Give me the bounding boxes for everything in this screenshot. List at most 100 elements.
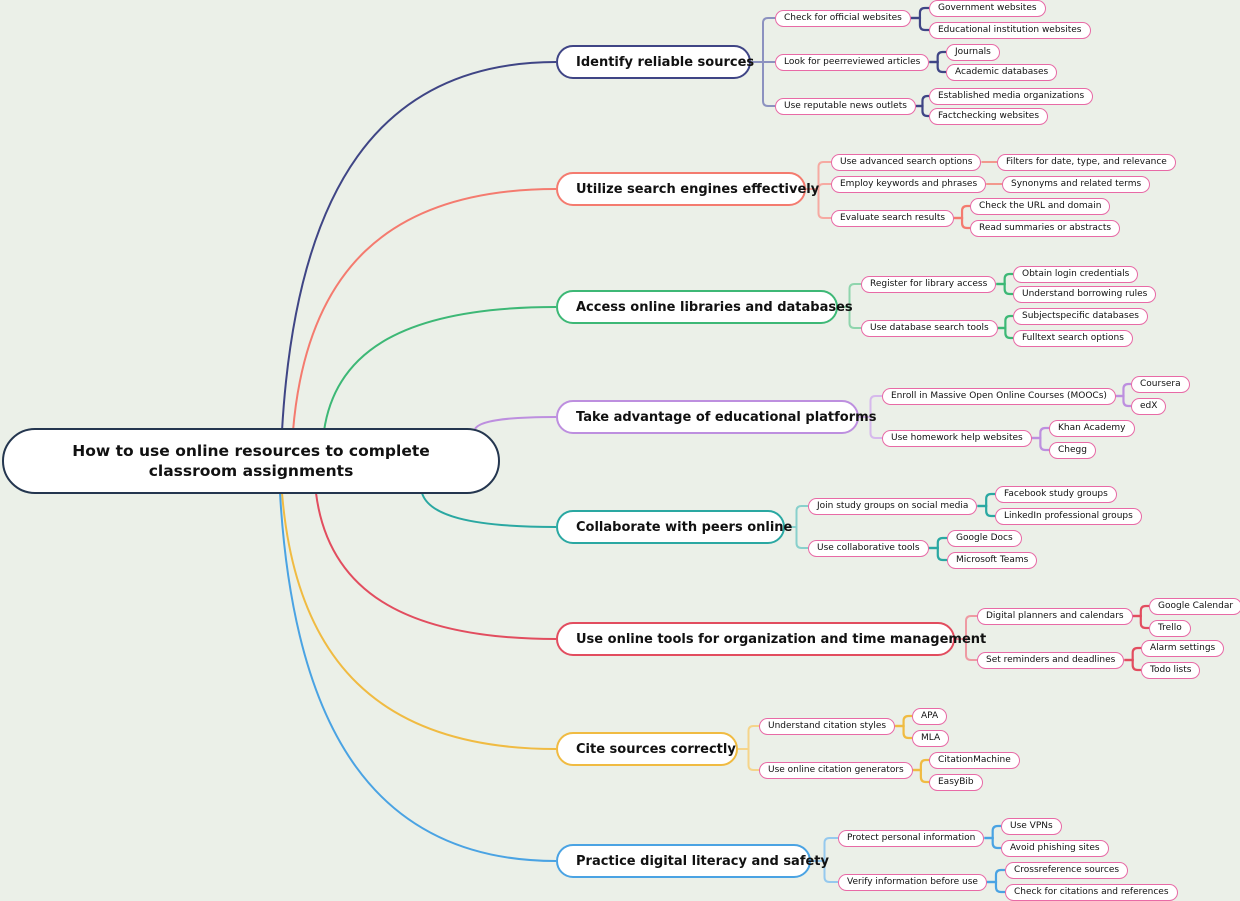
subtopic-connector (738, 748, 759, 771)
subtopic[interactable]: Join study groups on social media (808, 497, 978, 515)
leaf-topic[interactable]: Todo lists (1141, 661, 1201, 679)
subtopic[interactable]: Set reminders and deadlines (977, 651, 1125, 669)
leaf-connector (997, 314, 1013, 330)
leaf-connector (928, 536, 947, 550)
leaf-topic[interactable]: Filters for date, type, and relevance (997, 153, 1176, 171)
leaf-topic[interactable]: CitationMachine (929, 751, 1020, 769)
subtopic[interactable]: Use homework help websites (882, 429, 1032, 447)
leaf-topic-label: Google Docs (956, 532, 1013, 543)
leaf-topic[interactable]: Government websites (929, 0, 1046, 17)
subtopic[interactable]: Register for library access (861, 275, 997, 293)
subtopic[interactable]: Use database search tools (861, 319, 998, 337)
leaf-topic[interactable]: Google Docs (947, 529, 1022, 547)
leaf-topic[interactable]: Facebook study groups (995, 485, 1117, 503)
leaf-topic[interactable]: Fulltext search options (1013, 329, 1133, 347)
leaf-topic-label: APA (921, 710, 939, 721)
leaf-topic[interactable]: Journals (946, 43, 1000, 61)
leaf-topic[interactable]: Use VPNs (1001, 817, 1062, 835)
leaf-topic[interactable]: Avoid phishing sites (1001, 839, 1109, 857)
leaf-topic[interactable]: Trello (1149, 619, 1191, 637)
leaf-topic[interactable]: Synonyms and related terms (1002, 175, 1151, 193)
subtopic[interactable]: Enroll in Massive Open Online Courses (M… (882, 387, 1116, 405)
leaf-topic[interactable]: Obtain login credentials (1013, 265, 1139, 283)
subtopic-label: Employ keywords and phrases (840, 178, 978, 189)
leaf-topic-label: Todo lists (1150, 664, 1192, 675)
subtopic[interactable]: Check for official websites (775, 9, 911, 27)
subtopic-label: Use homework help websites (891, 432, 1023, 443)
subtopic[interactable]: Look for peerreviewed articles (775, 53, 930, 71)
leaf-topic[interactable]: MLA (912, 729, 950, 747)
subtopic-label: Use advanced search options (840, 156, 973, 167)
root-topic[interactable]: How to use online resources to complete … (2, 428, 500, 494)
main-topic-label: Cite sources correctly (576, 741, 736, 757)
subtopic[interactable]: Employ keywords and phrases (831, 175, 987, 193)
main-topic[interactable]: Utilize search engines effectively (556, 172, 819, 206)
main-topic[interactable]: Use online tools for organization and ti… (556, 622, 986, 656)
leaf-topic[interactable]: Alarm settings (1141, 639, 1225, 657)
leaf-topic[interactable]: Read summaries or abstracts (970, 219, 1121, 237)
leaf-topic[interactable]: edX (1131, 397, 1167, 415)
subtopic-label: Protect personal information (847, 832, 976, 843)
leaf-topic[interactable]: Microsoft Teams (947, 551, 1038, 569)
leaf-connector (984, 836, 1001, 850)
subtopic[interactable]: Use online citation generators (759, 761, 913, 779)
leaf-topic[interactable]: Crossreference sources (1005, 861, 1129, 879)
leaf-topic[interactable]: Subjectspecific databases (1013, 307, 1148, 325)
leaf-topic-label: Government websites (938, 2, 1037, 13)
leaf-topic[interactable]: Google Calendar (1149, 597, 1240, 615)
leaf-connector (895, 714, 912, 728)
subtopic-label: Register for library access (870, 278, 988, 289)
subtopic[interactable]: Use advanced search options (831, 153, 982, 171)
main-topic-label: Practice digital literacy and safety (576, 853, 829, 869)
subtopic[interactable]: Protect personal information (838, 829, 985, 847)
leaf-topic[interactable]: Understand borrowing rules (1013, 285, 1157, 303)
subtopic-label: Evaluate search results (840, 212, 946, 223)
main-topic[interactable]: Take advantage of educational platforms (556, 400, 876, 434)
leaf-connector (986, 880, 1005, 894)
leaf-topic[interactable]: EasyBib (929, 773, 983, 791)
leaf-topic-label: edX (1140, 400, 1158, 411)
subtopic[interactable]: Understand citation styles (759, 717, 896, 735)
leaf-topic[interactable]: Educational institution websites (929, 21, 1091, 39)
subtopic[interactable]: Use collaborative tools (808, 539, 929, 557)
subtopic[interactable]: Evaluate search results (831, 209, 955, 227)
branch-connector (281, 492, 557, 750)
main-topic-label: Collaborate with peers online (576, 519, 793, 535)
leaf-topic[interactable]: Academic databases (946, 63, 1058, 81)
subtopic-connector (751, 61, 775, 107)
branch-connector (323, 306, 557, 432)
leaf-topic-label: Filters for date, type, and relevance (1006, 156, 1167, 167)
main-topic[interactable]: Cite sources correctly (556, 732, 738, 766)
subtopic[interactable]: Use reputable news outlets (775, 97, 916, 115)
leaf-topic[interactable]: Established media organizations (929, 87, 1094, 105)
leaf-topic[interactable]: Khan Academy (1049, 419, 1135, 437)
leaf-connector (996, 272, 1013, 286)
leaf-topic[interactable]: Chegg (1049, 441, 1096, 459)
leaf-topic-label: Chegg (1058, 444, 1087, 455)
main-topic-label: Utilize search engines effectively (576, 181, 820, 197)
leaf-topic[interactable]: Check the URL and domain (970, 197, 1111, 215)
main-topic[interactable]: Collaborate with peers online (556, 510, 792, 544)
subtopic-label: Understand citation styles (768, 720, 887, 731)
leaf-topic-label: Avoid phishing sites (1010, 842, 1100, 853)
leaf-topic[interactable]: Factchecking websites (929, 107, 1049, 125)
leaf-topic[interactable]: APA (912, 707, 948, 725)
leaf-topic[interactable]: Coursera (1131, 375, 1190, 393)
leaf-connector (1124, 658, 1141, 672)
subtopic-label: Use reputable news outlets (784, 100, 907, 111)
leaf-topic-label: Use VPNs (1010, 820, 1053, 831)
subtopic[interactable]: Verify information before use (838, 873, 987, 891)
leaf-connector (1031, 426, 1049, 440)
subtopic[interactable]: Digital planners and calendars (977, 607, 1133, 625)
leaf-connector (954, 204, 970, 220)
leaf-connector (954, 216, 970, 230)
leaf-connector (1115, 394, 1131, 408)
main-topic[interactable]: Identify reliable sources (556, 45, 754, 79)
leaf-topic[interactable]: LinkedIn professional groups (995, 507, 1142, 525)
branch-connector (421, 492, 557, 528)
leaf-connector (1124, 646, 1141, 662)
leaf-connector (1132, 614, 1149, 630)
main-topic[interactable]: Practice digital literacy and safety (556, 844, 829, 878)
leaf-topic[interactable]: Check for citations and references (1005, 883, 1178, 901)
main-topic[interactable]: Access online libraries and databases (556, 290, 853, 324)
